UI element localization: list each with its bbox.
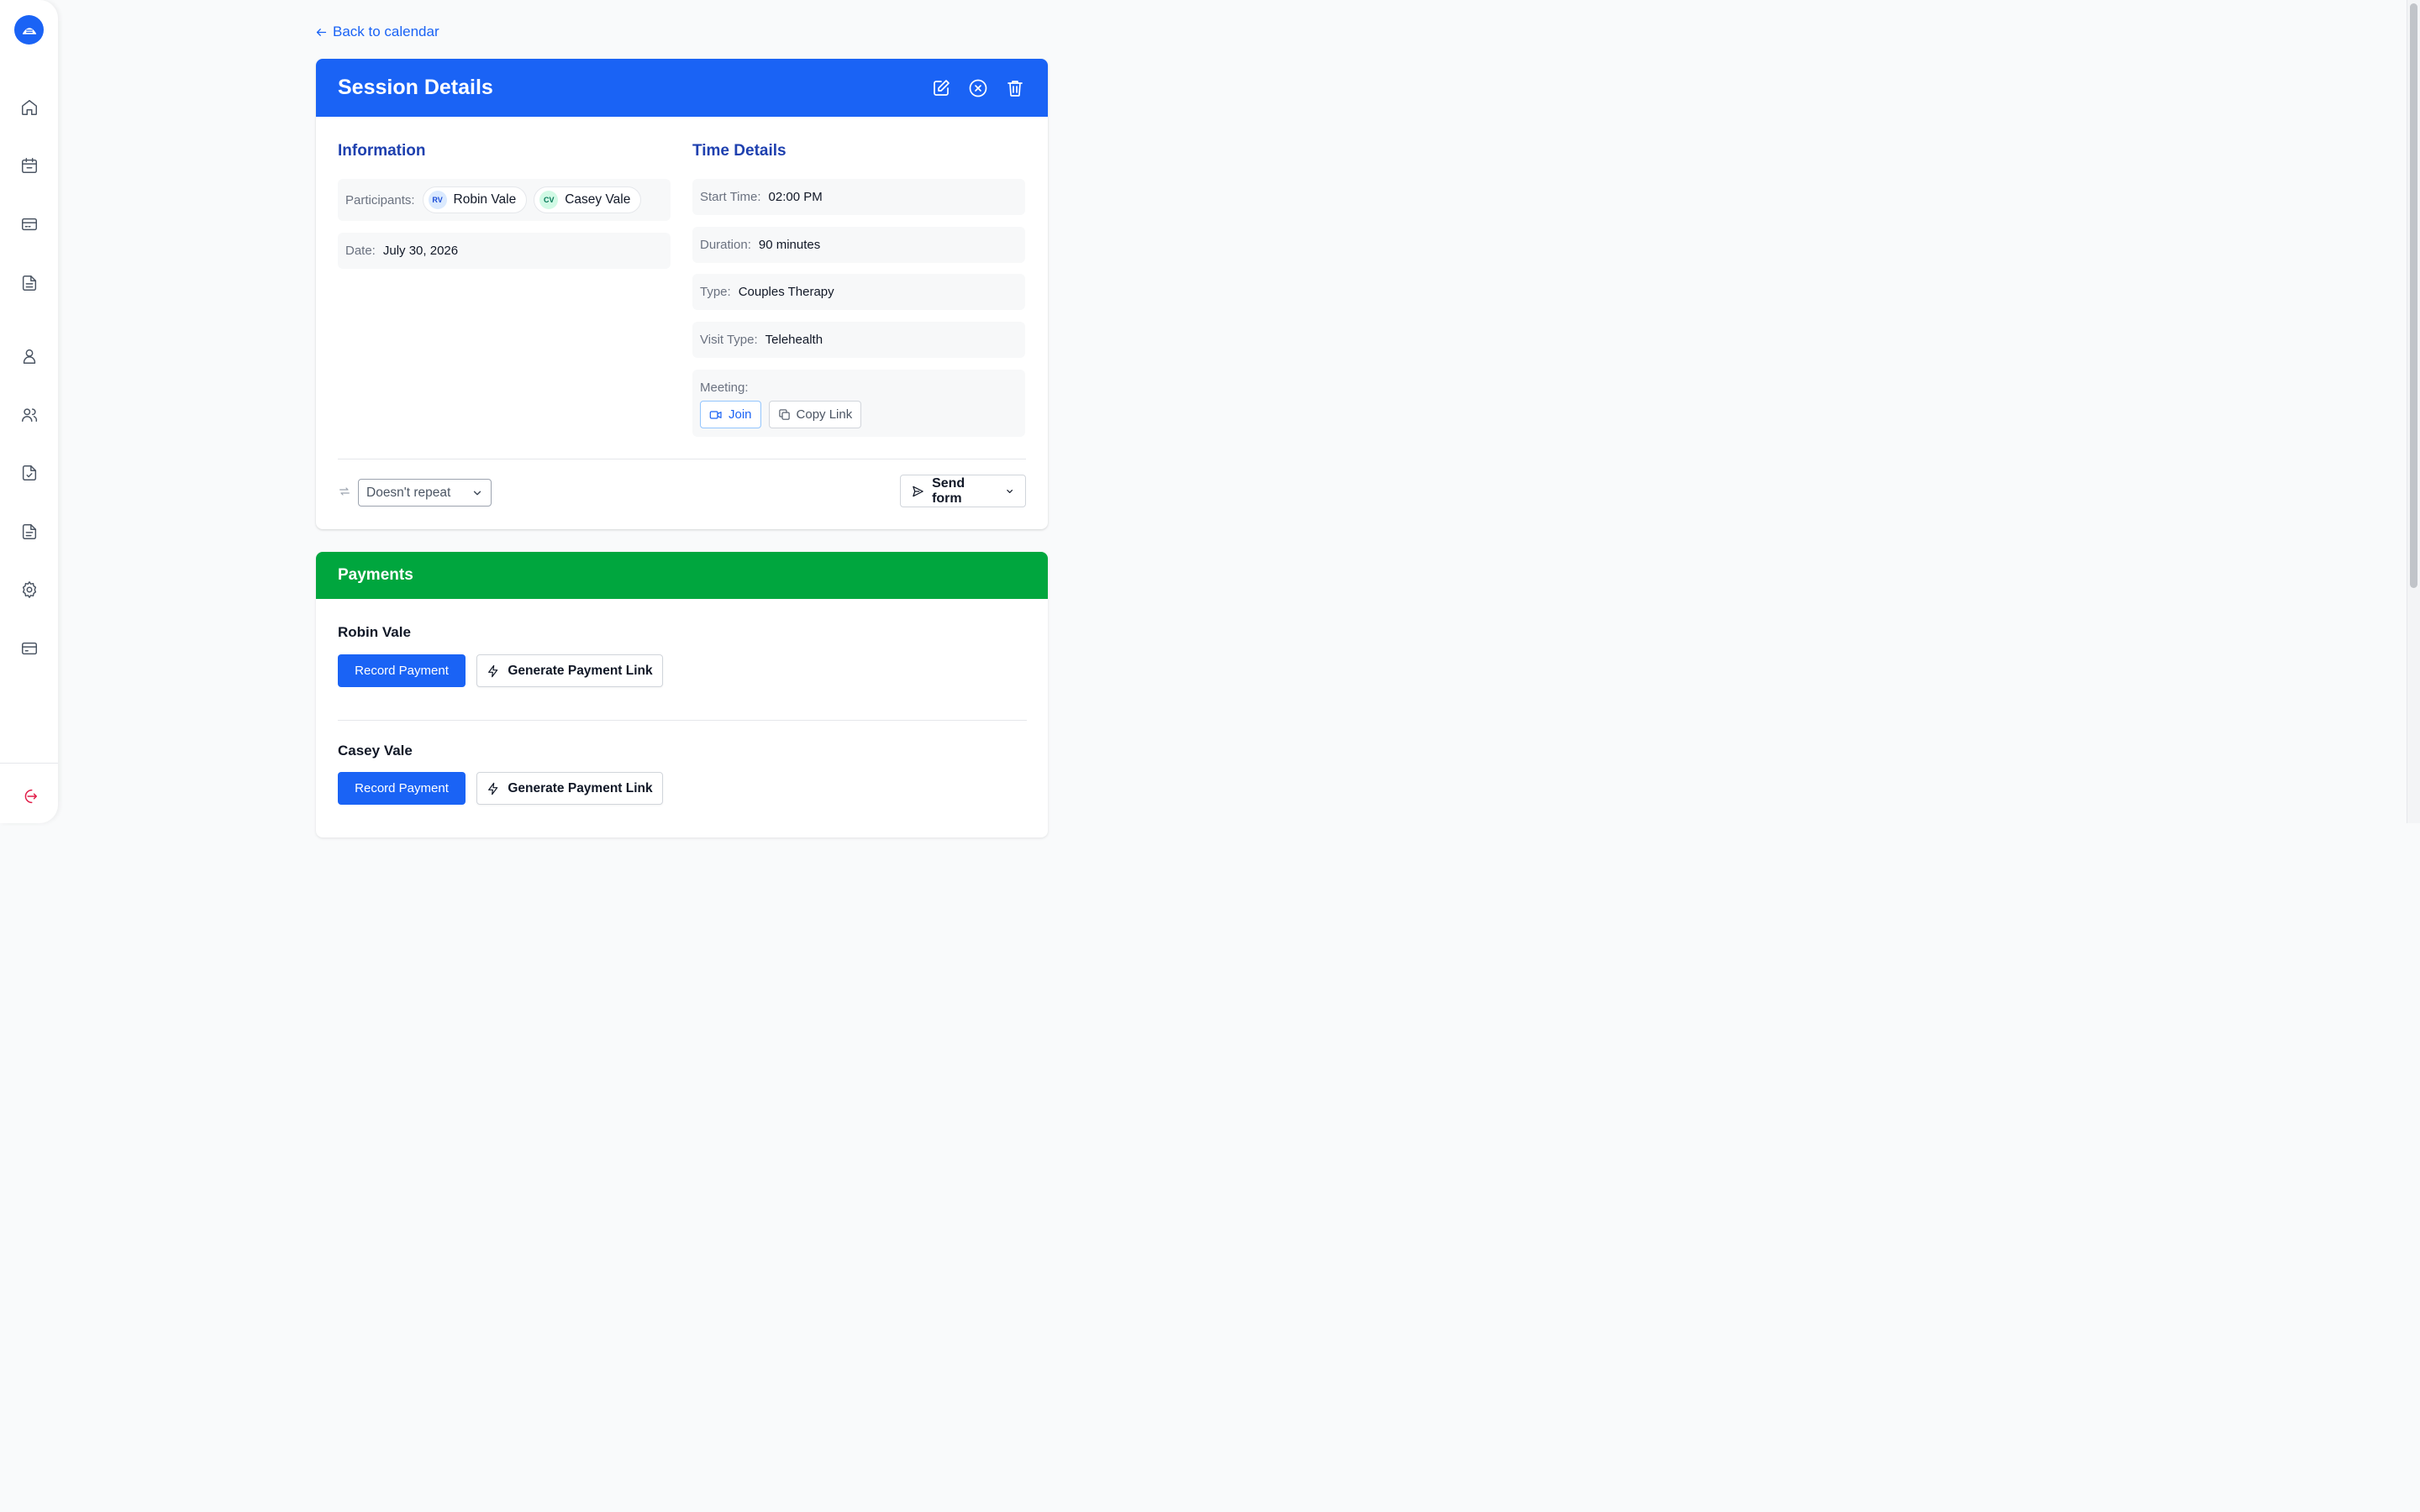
visit-type-label: Visit Type:	[700, 333, 758, 347]
meeting-label: Meeting:	[700, 381, 749, 395]
date-value: July 30, 2026	[382, 244, 459, 258]
time-details-heading: Time Details	[692, 142, 786, 160]
copy-link-button[interactable]: Copy Link	[768, 401, 862, 428]
payment-client-name: Robin Vale	[338, 624, 411, 640]
record-payment-label: Record Payment	[355, 781, 449, 795]
document-icon[interactable]	[18, 272, 40, 294]
chevron-down-icon	[473, 491, 481, 495]
visit-type-field: Visit Type: Telehealth	[692, 322, 1025, 358]
arrow-left-icon	[316, 28, 327, 36]
duration-label: Duration:	[700, 238, 751, 252]
date-field: Date: July 30, 2026	[338, 233, 671, 269]
payments-header: Payments	[316, 552, 1048, 599]
type-value: Couples Therapy	[738, 285, 834, 299]
page-title: Session Details	[338, 76, 493, 99]
start-time-field: Start Time: 02:00 PM	[692, 179, 1025, 215]
type-label: Type:	[700, 285, 731, 299]
participant-name: Casey Vale	[565, 192, 631, 207]
avatar: CV	[539, 191, 559, 209]
users-icon[interactable]	[18, 404, 40, 426]
back-link-label: Back to calendar	[333, 24, 439, 39]
logo-icon	[22, 27, 36, 34]
generate-link-label: Generate Payment Link	[508, 663, 653, 678]
information-heading: Information	[338, 142, 426, 160]
calendar-icon[interactable]	[18, 155, 40, 176]
file-text-icon[interactable]	[18, 521, 40, 543]
billing-icon[interactable]	[18, 638, 40, 659]
send-form-button[interactable]: Send form	[900, 475, 1026, 507]
repeat-select[interactable]: Doesn't repeat	[358, 479, 492, 507]
gear-icon[interactable]	[18, 579, 40, 601]
participant-name: Robin Vale	[453, 192, 517, 207]
trash-icon[interactable]	[1004, 77, 1026, 99]
duration-value: 90 minutes	[758, 238, 821, 252]
avatar: RV	[428, 191, 447, 209]
participant-chip[interactable]: CV Casey Vale	[534, 186, 642, 213]
edit-icon[interactable]	[930, 77, 952, 99]
participants-field: Participants: RV Robin Vale CV Casey Val…	[338, 179, 671, 221]
home-icon[interactable]	[18, 97, 40, 118]
meeting-field: Meeting: Join Copy Link	[692, 370, 1025, 437]
start-time-value: 02:00 PM	[768, 190, 823, 204]
participants-label: Participants:	[345, 192, 415, 207]
page-scrollbar[interactable]	[2407, 0, 2420, 823]
duration-field: Duration: 90 minutes	[692, 227, 1025, 263]
repeat-icon	[339, 487, 350, 496]
file-check-icon[interactable]	[18, 462, 40, 484]
date-label: Date:	[345, 244, 376, 258]
generate-payment-link-button[interactable]: Generate Payment Link	[476, 772, 663, 805]
video-icon	[709, 410, 722, 419]
payments-divider	[338, 720, 1027, 721]
sidebar	[0, 0, 58, 823]
session-header: Session Details	[316, 59, 1048, 117]
app-logo[interactable]	[14, 15, 44, 45]
logout-icon[interactable]	[18, 785, 40, 807]
join-label: Join	[729, 407, 752, 422]
record-payment-button[interactable]: Record Payment	[338, 654, 466, 687]
payments-card: Payments Robin Vale Record Payment Gener…	[316, 552, 1048, 837]
join-meeting-button[interactable]: Join	[700, 401, 761, 428]
record-payment-button[interactable]: Record Payment	[338, 772, 466, 805]
send-icon	[913, 486, 923, 496]
generate-link-label: Generate Payment Link	[508, 780, 653, 795]
session-details-card: Session Details Information Time Details…	[316, 59, 1048, 529]
sidebar-divider	[0, 763, 58, 764]
type-field: Type: Couples Therapy	[692, 274, 1025, 310]
record-payment-label: Record Payment	[355, 664, 449, 678]
repeat-select-value: Doesn't repeat	[366, 485, 451, 500]
payment-client-name: Casey Vale	[338, 743, 413, 759]
lightning-icon	[488, 664, 498, 677]
payments-title: Payments	[338, 566, 413, 584]
generate-payment-link-button[interactable]: Generate Payment Link	[476, 654, 663, 687]
copy-icon	[778, 409, 790, 420]
chevron-down-icon	[1006, 489, 1013, 493]
participant-chip[interactable]: RV Robin Vale	[422, 186, 528, 213]
lightning-icon	[488, 782, 498, 795]
start-time-label: Start Time:	[700, 190, 761, 204]
send-form-label: Send form	[932, 475, 965, 506]
card-icon[interactable]	[18, 213, 40, 235]
user-icon[interactable]	[18, 345, 40, 367]
back-to-calendar-link[interactable]: Back to calendar	[315, 24, 439, 40]
scrollbar-thumb[interactable]	[2410, 3, 2417, 588]
cancel-session-icon[interactable]	[967, 77, 989, 99]
visit-type-value: Telehealth	[765, 333, 823, 347]
copy-link-label: Copy Link	[796, 407, 853, 422]
